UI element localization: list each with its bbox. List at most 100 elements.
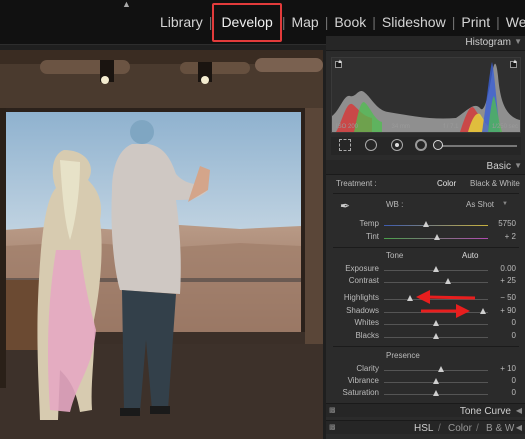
tab-hsl[interactable]: HSL	[414, 423, 433, 434]
highlights-label: Highlights	[343, 293, 379, 302]
wb-dropdown[interactable]: As Shot	[466, 200, 494, 209]
basic-header[interactable]: Basic ▼	[326, 160, 525, 175]
red-eye-icon[interactable]	[391, 139, 403, 151]
exposure-value[interactable]: 0.00	[500, 264, 516, 273]
auto-tone-button[interactable]: Auto	[462, 251, 478, 260]
clarity-label: Clarity	[356, 364, 379, 373]
saturation-label: Saturation	[342, 388, 379, 397]
tab-color[interactable]: Color	[448, 423, 472, 434]
wb-row: ✒ WB : As Shot ▼	[326, 199, 525, 213]
tone-label: Tone	[386, 251, 404, 260]
contrast-slider[interactable]: Contrast + 25	[326, 276, 525, 288]
slider-thumb[interactable]	[433, 390, 439, 396]
module-develop[interactable]: Develop	[212, 3, 282, 42]
tint-value[interactable]: + 2	[505, 232, 516, 241]
slider-thumb[interactable]	[438, 366, 445, 372]
shadows-label: Shadows	[346, 306, 379, 315]
adjustment-brush-icon[interactable]	[433, 140, 443, 150]
photo-preview[interactable]	[0, 50, 323, 439]
expand-arrow-icon[interactable]: ◀	[516, 423, 522, 432]
shadows-track	[384, 312, 488, 313]
slider-thumb[interactable]	[433, 320, 439, 326]
module-web[interactable]: We	[500, 13, 525, 31]
vibrance-label: Vibrance	[347, 376, 379, 385]
histogram-title: Histogram	[465, 37, 511, 48]
clarity-value[interactable]: + 10	[500, 364, 516, 373]
presence-label: Presence	[386, 351, 420, 360]
wb-label: WB :	[386, 200, 404, 209]
blacks-label: Blacks	[355, 331, 379, 340]
eyedropper-icon[interactable]: ✒	[340, 199, 350, 213]
exposure-slider[interactable]: Exposure 0.00	[326, 264, 525, 276]
clarity-slider[interactable]: Clarity + 10	[326, 364, 525, 376]
tone-row: Tone Auto	[326, 251, 525, 263]
highlights-slider[interactable]: Highlights − 50	[326, 293, 525, 305]
hsl-header[interactable]: ▩ HSL / Color / B & W ◀	[326, 420, 525, 434]
treatment-row: Treatment : Color Black & White	[326, 179, 525, 191]
treatment-bw-button[interactable]: Black & White	[470, 179, 520, 188]
contrast-track	[384, 282, 488, 283]
vibrance-slider[interactable]: Vibrance 0	[326, 376, 525, 388]
vibrance-value[interactable]: 0	[512, 376, 516, 385]
contrast-label: Contrast	[348, 276, 379, 285]
section-divider	[333, 193, 519, 194]
module-library[interactable]: Library	[154, 13, 209, 31]
highlights-track	[384, 299, 488, 300]
module-print[interactable]: Print	[455, 13, 496, 31]
treatment-color-button[interactable]: Color	[437, 179, 456, 188]
graduated-filter-icon[interactable]	[415, 139, 427, 151]
crop-tool-icon[interactable]	[339, 139, 351, 151]
expand-arrow-icon[interactable]: ◀	[516, 406, 522, 415]
panel-toggle-arrow-icon[interactable]: ▲	[122, 0, 131, 9]
temp-track	[384, 225, 488, 226]
iso-value: ISO 200	[336, 124, 359, 130]
tab-bw[interactable]: B & W	[486, 423, 514, 434]
highlights-value[interactable]: − 50	[500, 293, 516, 302]
module-slideshow[interactable]: Slideshow	[376, 13, 452, 31]
module-book[interactable]: Book	[328, 13, 372, 31]
tint-label: Tint	[365, 232, 379, 241]
saturation-value[interactable]: 0	[512, 388, 516, 397]
slider-thumb[interactable]	[433, 378, 439, 384]
panel-switch-icon[interactable]: ▩	[329, 423, 336, 431]
tab-divider: /	[476, 423, 479, 434]
whites-slider[interactable]: Whites 0	[326, 318, 525, 330]
slider-thumb[interactable]	[422, 221, 429, 227]
section-divider	[333, 346, 519, 347]
highlight-clipping-toggle[interactable]: ▲	[510, 59, 518, 68]
blacks-value[interactable]: 0	[512, 331, 516, 340]
collapse-arrow-icon[interactable]: ▼	[514, 161, 522, 170]
histogram[interactable]: ▲ ▲ ISO 200 34 mm f / 7.1 1/250 sec	[331, 57, 521, 133]
slider-thumb[interactable]	[479, 308, 486, 314]
blacks-slider[interactable]: Blacks 0	[326, 331, 525, 343]
shutter-speed: 1/250 sec	[491, 124, 518, 130]
shadows-slider[interactable]: Shadows + 90	[326, 306, 525, 318]
panel-switch-icon[interactable]: ▩	[329, 406, 336, 414]
temp-value[interactable]: 5750	[498, 219, 516, 228]
slider-thumb[interactable]	[433, 266, 439, 272]
spot-removal-icon[interactable]	[365, 139, 377, 151]
slider-thumb[interactable]	[445, 278, 452, 284]
slider-thumb[interactable]	[433, 333, 439, 339]
whites-label: Whites	[354, 318, 379, 327]
focal-length: 34 mm	[391, 124, 410, 130]
shadow-clipping-toggle[interactable]: ▲	[335, 59, 343, 68]
saturation-slider[interactable]: Saturation 0	[326, 388, 525, 400]
module-map[interactable]: Map	[285, 13, 324, 31]
slider-thumb[interactable]	[434, 234, 441, 240]
contrast-value[interactable]: + 25	[500, 276, 516, 285]
dropdown-arrow-icon[interactable]: ▼	[502, 201, 508, 207]
tone-curve-title: Tone Curve	[459, 406, 511, 417]
temp-slider[interactable]: Temp 5750	[326, 219, 525, 231]
presence-row: Presence	[326, 351, 525, 363]
whites-value[interactable]: 0	[512, 318, 516, 327]
tint-slider[interactable]: Tint + 2	[326, 232, 525, 244]
shadows-value[interactable]: + 90	[500, 306, 516, 315]
collapse-arrow-icon[interactable]: ▼	[514, 37, 522, 46]
slider-thumb[interactable]	[407, 295, 413, 301]
aperture-value: f / 7.1	[443, 124, 459, 130]
histogram-header[interactable]: Histogram ▼	[326, 36, 525, 51]
tone-curve-header[interactable]: ▩ Tone Curve ◀	[326, 403, 525, 417]
section-divider	[333, 247, 519, 248]
treatment-label: Treatment :	[336, 179, 377, 188]
